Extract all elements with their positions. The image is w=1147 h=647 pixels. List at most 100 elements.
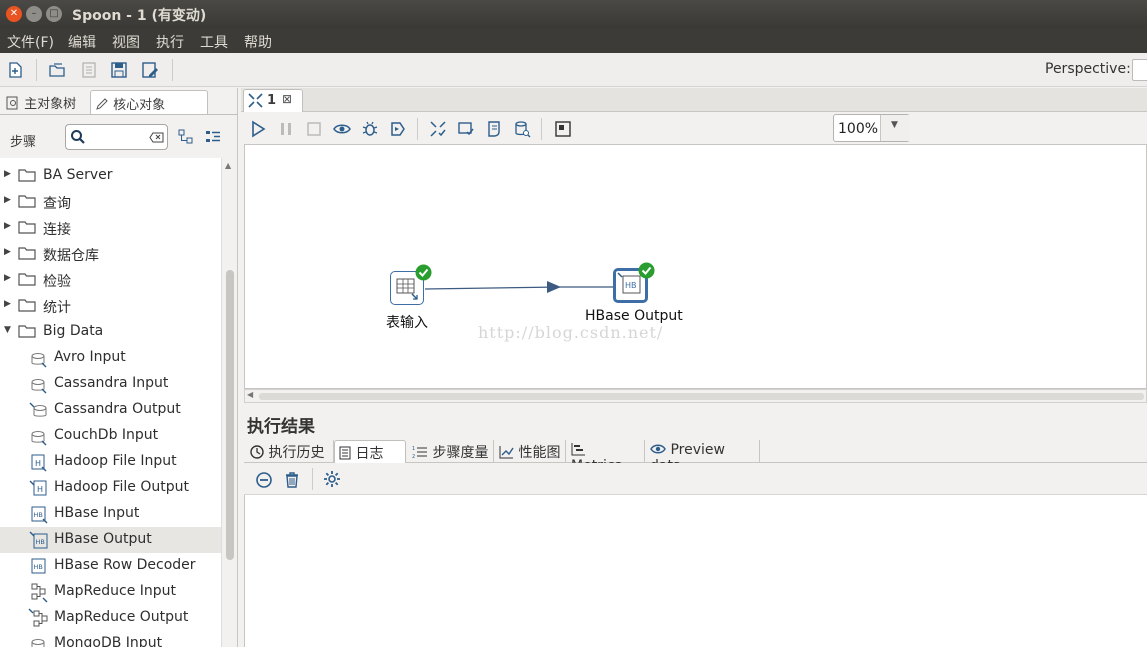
perspective-switcher[interactable]: [1132, 59, 1147, 81]
snap-grid-icon[interactable]: [554, 120, 572, 138]
run-icon[interactable]: [249, 120, 267, 138]
transformation-icon: [248, 93, 263, 108]
close-tab-icon[interactable]: ⊠: [282, 92, 292, 106]
tab-transformation-1[interactable]: 1 ⊠: [243, 89, 303, 112]
expand-arrow-icon[interactable]: ▶: [4, 299, 11, 309]
menu-edit[interactable]: 编辑: [68, 32, 96, 52]
tab-log[interactable]: 日志: [334, 440, 406, 463]
open-folder-icon[interactable]: [48, 61, 66, 79]
tree-step-hbase-row-decoder[interactable]: HB HBase Row Decoder: [0, 553, 221, 579]
close-window-button[interactable]: ✕: [6, 6, 22, 22]
tab-performance-graph[interactable]: 性能图: [495, 440, 566, 463]
menu-file[interactable]: 文件(F): [7, 32, 54, 52]
new-file-icon[interactable]: [6, 61, 24, 79]
hop-line[interactable]: [424, 286, 562, 290]
stop-icon[interactable]: [305, 120, 323, 138]
tab-view-label: 主对象树: [24, 97, 77, 112]
tree-scrollbar-thumb[interactable]: [226, 270, 234, 560]
menu-tools[interactable]: 工具: [200, 32, 228, 52]
scroll-up-icon[interactable]: ▲: [225, 161, 231, 170]
sql-icon[interactable]: [485, 120, 503, 138]
search-input[interactable]: [65, 124, 168, 150]
tree-step-mongodb-input[interactable]: MongoDB Input: [0, 631, 221, 647]
save-as-icon[interactable]: [141, 61, 159, 79]
tree-folder-big-data[interactable]: ▼ Big Data: [0, 319, 221, 345]
tab-view[interactable]: 主对象树: [2, 90, 90, 114]
folder-icon: [18, 247, 36, 260]
hbase-row-decoder-icon: HB: [31, 558, 46, 574]
tree-step-hadoop-file-input[interactable]: H Hadoop File Input: [0, 449, 221, 475]
transformation-canvas[interactable]: 表输入 HB HBase Output: [244, 144, 1147, 389]
pause-icon[interactable]: [277, 120, 295, 138]
tree-label: BA Server: [43, 167, 113, 183]
cassandra-input-icon: [31, 379, 47, 394]
tree-scrollbar[interactable]: ▲: [221, 158, 237, 647]
maximize-window-button[interactable]: □: [46, 6, 62, 22]
tab-step-metrics[interactable]: 12 步骤度量: [408, 440, 494, 463]
preview-eye-icon[interactable]: [333, 120, 351, 138]
line-chart-icon: [499, 446, 514, 459]
tab-design-label: 核心对象: [113, 98, 166, 113]
zoom-dropdown-button[interactable]: ▼: [880, 115, 910, 141]
canvas-scrollbar-thumb[interactable]: [259, 393, 1144, 400]
menu-run[interactable]: 执行: [156, 32, 184, 52]
tree-folder-validation[interactable]: ▶ 检验: [0, 267, 221, 293]
tree-folder-query[interactable]: ▶ 查询: [0, 189, 221, 215]
tree-step-cassandra-output[interactable]: Cassandra Output: [0, 397, 221, 423]
tree-folder-connect[interactable]: ▶ 连接: [0, 215, 221, 241]
scroll-left-icon[interactable]: ◀: [247, 390, 253, 399]
expand-arrow-icon[interactable]: ▶: [4, 195, 11, 205]
tree-step-couchdb-input[interactable]: CouchDb Input: [0, 423, 221, 449]
tree-label: HBase Input: [54, 505, 140, 521]
tab-metrics[interactable]: Metrics: [567, 440, 645, 474]
collapse-all-icon[interactable]: [178, 129, 194, 145]
minimize-window-button[interactable]: –: [26, 6, 42, 22]
expand-arrow-icon[interactable]: ▶: [4, 273, 11, 283]
tree-folder-statistics[interactable]: ▶ 统计: [0, 293, 221, 319]
collapse-arrow-icon[interactable]: ▼: [4, 325, 11, 335]
tab-execution-history[interactable]: 执行历史: [246, 440, 334, 463]
tree-label: Big Data: [43, 323, 104, 339]
tree-step-cassandra-input[interactable]: Cassandra Input: [0, 371, 221, 397]
verify-icon[interactable]: [429, 120, 447, 138]
trash-icon[interactable]: [283, 471, 301, 489]
clear-log-icon[interactable]: [255, 471, 273, 489]
expand-all-icon[interactable]: [205, 129, 221, 145]
analyze-impact-icon[interactable]: [457, 120, 475, 138]
steps-label: 步骤: [10, 135, 37, 150]
tree-step-mapreduce-input[interactable]: MapReduce Input: [0, 579, 221, 605]
tab-preview-data[interactable]: Preview data: [646, 440, 760, 474]
tree-step-avro-input[interactable]: Avro Input: [0, 345, 221, 371]
tree-label: HBase Row Decoder: [54, 557, 196, 573]
gear-icon[interactable]: [323, 470, 341, 488]
replay-icon[interactable]: [389, 120, 407, 138]
check-badge-icon: [638, 262, 655, 279]
expand-arrow-icon[interactable]: ▶: [4, 169, 11, 179]
zoom-select[interactable]: 100% ▼: [833, 114, 910, 142]
expand-arrow-icon[interactable]: ▶: [4, 221, 11, 231]
clear-search-icon[interactable]: [149, 132, 164, 143]
tree-step-hbase-output[interactable]: HB HBase Output: [0, 527, 221, 553]
explore-repository-icon[interactable]: [80, 61, 98, 79]
menu-view[interactable]: 视图: [112, 32, 140, 52]
debug-bug-icon[interactable]: [361, 120, 379, 138]
tree-step-mapreduce-output[interactable]: MapReduce Output: [0, 605, 221, 631]
tree-step-hbase-input[interactable]: HB HBase Input: [0, 501, 221, 527]
log-output-area[interactable]: [244, 495, 1147, 647]
tree-folder-datawarehouse[interactable]: ▶ 数据仓库: [0, 241, 221, 267]
folder-icon: [18, 169, 36, 182]
save-icon[interactable]: [110, 61, 128, 79]
explore-db-icon[interactable]: [513, 120, 531, 138]
tab-design[interactable]: 核心对象: [90, 90, 208, 114]
menu-help[interactable]: 帮助: [244, 32, 272, 52]
hbase-output-icon: HB: [29, 531, 48, 549]
tree-folder-ba-server[interactable]: ▶ BA Server: [0, 163, 221, 189]
tree-step-hadoop-file-output[interactable]: H Hadoop File Output: [0, 475, 221, 501]
log-document-icon: [339, 446, 351, 460]
canvas-horizontal-scrollbar[interactable]: ◀: [244, 389, 1147, 403]
expand-arrow-icon[interactable]: ▶: [4, 247, 11, 257]
node-icon-text: HB: [625, 281, 637, 290]
svg-text:HB: HB: [34, 511, 43, 519]
svg-text:2: 2: [412, 454, 415, 459]
tree-label: Cassandra Output: [54, 401, 181, 417]
